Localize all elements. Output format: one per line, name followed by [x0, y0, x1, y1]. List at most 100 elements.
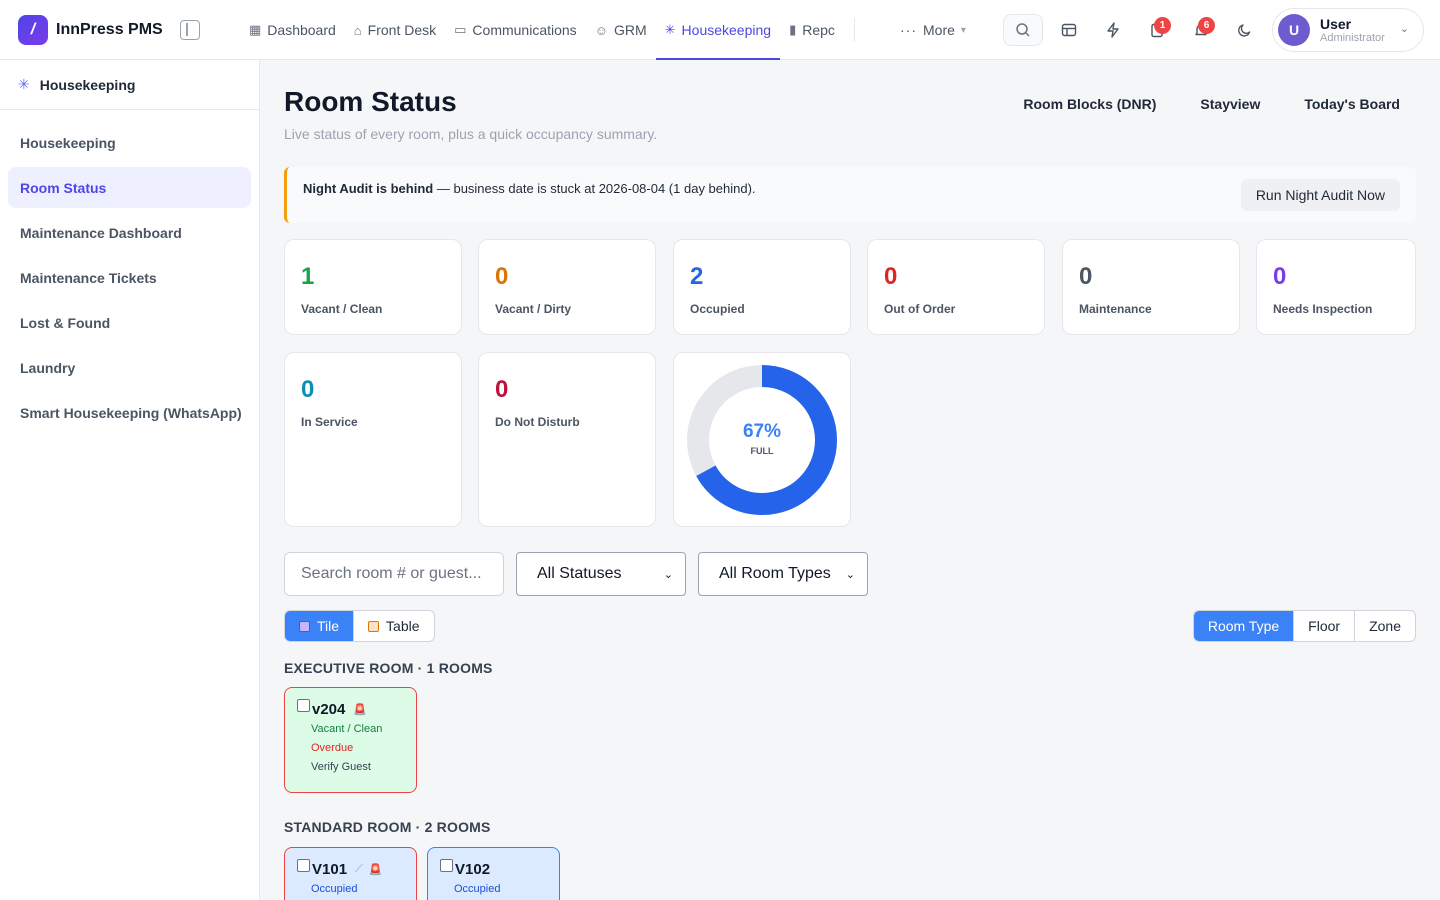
search-button[interactable] — [1003, 14, 1043, 46]
room-checkbox[interactable] — [297, 698, 310, 712]
stat-value: 0 — [1273, 263, 1287, 290]
chevron-down-icon: ⌄ — [845, 568, 855, 581]
stat-label: Maintenance — [1079, 302, 1152, 316]
users-icon: ☺ — [594, 22, 608, 38]
group-zone-button[interactable]: Zone — [1354, 611, 1415, 641]
stat-label: Do Not Disturb — [495, 415, 580, 429]
room-tile-v102[interactable]: V102 Occupied — [427, 847, 560, 900]
occupancy-donut-card: 67% FULL — [673, 352, 851, 527]
sidebar-item-maintenance-dashboard[interactable]: Maintenance Dashboard — [8, 212, 251, 253]
sidebar-title: Housekeeping — [39, 76, 136, 93]
room-checkbox[interactable] — [440, 858, 453, 872]
alarm-icon: 🚨 — [368, 863, 383, 876]
stat-card-maintenance[interactable]: 0 Maintenance — [1062, 239, 1240, 335]
view-toggle: Tile Table — [284, 610, 435, 642]
stat-card-needs-inspection[interactable]: 0 Needs Inspection — [1256, 239, 1416, 335]
nav-reports[interactable]: ▮ Repc — [780, 0, 844, 60]
room-number: v204 — [312, 700, 346, 718]
todays-board-link[interactable]: Today's Board — [1304, 94, 1400, 114]
nav-divider — [853, 18, 855, 42]
main-nav: ▦ Dashboard ⌂ Front Desk ▭ Communications ☺… — [240, 0, 890, 60]
page-links: Room Blocks (DNR) Stayview Today's Board — [1001, 94, 1416, 114]
group-title: EXECUTIVE ROOM · 1 ROOMS — [284, 660, 493, 676]
quick-actions-button[interactable] — [1097, 14, 1129, 46]
stat-card-out-of-order[interactable]: 0 Out of Order — [867, 239, 1045, 335]
table-label: Table — [386, 618, 420, 634]
tile-view-button[interactable]: Tile — [285, 611, 354, 641]
stat-card-occupied[interactable]: 2 Occupied — [673, 239, 851, 335]
stat-value: 0 — [495, 376, 509, 403]
nav-communications[interactable]: ▭ Communications — [445, 0, 586, 60]
brand[interactable]: / InnPress PMS — [0, 0, 240, 60]
sidebar-toggle-icon[interactable] — [180, 20, 200, 40]
sparkle-icon: ✳ — [664, 22, 676, 37]
stat-label: Needs Inspection — [1273, 302, 1373, 316]
bar-chart-icon: ▮ — [789, 22, 797, 37]
table-view-button[interactable] — [1053, 14, 1085, 46]
group-title: STANDARD ROOM · 2 ROOMS — [284, 819, 491, 835]
stat-card-vacant-dirty[interactable]: 0 Vacant / Dirty — [478, 239, 656, 335]
occupancy-label: FULL — [750, 446, 774, 456]
sidebar-item-room-status[interactable]: Room Status — [8, 167, 251, 208]
night-audit-alert: Night Audit is behind — business date is… — [284, 167, 1416, 223]
app-name: InnPress PMS — [56, 20, 163, 38]
stat-card-do-not-disturb[interactable]: 0 Do Not Disturb — [478, 352, 656, 527]
alert-bold: Night Audit is behind — [303, 181, 434, 196]
sidebar-item-maintenance-tickets[interactable]: Maintenance Tickets — [8, 257, 251, 298]
tile-label: Tile — [317, 618, 340, 634]
room-blocks-link[interactable]: Room Blocks (DNR) — [1023, 94, 1156, 114]
stat-value: 0 — [884, 263, 898, 290]
room-status: Vacant / Clean — [311, 723, 383, 735]
search-input[interactable]: Search room # or guest... — [284, 552, 504, 596]
sidebar-item-lost-found[interactable]: Lost & Found — [8, 302, 251, 343]
nav-grm[interactable]: ☺ GRM — [586, 0, 656, 60]
nav-dashboard[interactable]: ▦ Dashboard — [240, 0, 345, 60]
room-tile-v101[interactable]: V101 ⟋ 🚨 Occupied — [284, 847, 417, 900]
stat-value: 0 — [301, 376, 315, 403]
room-type-select[interactable]: All Room Types ⌄ — [698, 552, 868, 596]
stat-label: In Service — [301, 415, 358, 429]
lightning-icon — [1107, 22, 1119, 38]
tasks-button[interactable]: 1 — [1141, 14, 1173, 46]
stat-value: 0 — [495, 263, 509, 290]
room-tile-header: V102 — [440, 858, 547, 880]
room-checkbox[interactable] — [297, 858, 310, 872]
sidebar-item-laundry[interactable]: Laundry — [8, 347, 251, 388]
user-menu[interactable]: U User Administrator ⌄ — [1272, 8, 1424, 52]
stat-label: Vacant / Dirty — [495, 302, 572, 316]
stayview-link[interactable]: Stayview — [1200, 94, 1260, 114]
room-status: Occupied — [311, 883, 358, 895]
stat-value: 0 — [1079, 263, 1093, 290]
nav-housekeeping[interactable]: ✳ Housekeeping — [655, 0, 781, 60]
nav-label: Housekeeping — [681, 22, 772, 38]
nav-more[interactable]: ··· More ▾ — [900, 0, 966, 60]
stat-card-in-service[interactable]: 0 In Service — [284, 352, 462, 527]
notifications-button[interactable]: 6 — [1185, 14, 1217, 46]
room-tile-header: v204 🚨 — [297, 698, 404, 720]
room-number: V102 — [455, 860, 491, 878]
nav-label: Dashboard — [267, 22, 336, 38]
room-number: V101 — [312, 860, 348, 878]
sidebar-item-housekeeping[interactable]: Housekeeping — [8, 122, 251, 163]
moon-icon — [1238, 24, 1251, 37]
nav-front-desk[interactable]: ⌂ Front Desk — [345, 0, 445, 60]
alert-text: Night Audit is behind — business date is… — [303, 181, 756, 196]
user-role: Administrator — [1320, 31, 1385, 44]
clipboard-icon — [368, 620, 380, 632]
nav-label: GRM — [613, 22, 647, 38]
sidebar-item-smart-housekeeping[interactable]: Smart Housekeeping (WhatsApp) — [8, 392, 251, 433]
stat-card-vacant-clean[interactable]: 1 Vacant / Clean — [284, 239, 462, 335]
group-floor-button[interactable]: Floor — [1293, 611, 1354, 641]
status-select-value: All Statuses — [537, 565, 622, 582]
grid-icon: ▦ — [249, 22, 262, 37]
group-room-type-button[interactable]: Room Type — [1193, 611, 1294, 641]
table-view-toggle-button[interactable]: Table — [353, 611, 433, 641]
sidebar-header: ✳ Housekeeping — [0, 60, 259, 110]
notifications-badge: 6 — [1198, 17, 1215, 34]
run-night-audit-button[interactable]: Run Night Audit Now — [1240, 179, 1400, 211]
page-title: Room Status — [284, 86, 457, 117]
tile-icon — [299, 620, 310, 632]
theme-toggle-button[interactable] — [1229, 14, 1261, 46]
room-tile-v204[interactable]: v204 🚨 Vacant / Clean Overdue Verify Gue… — [284, 687, 417, 793]
status-select[interactable]: All Statuses ⌄ — [516, 552, 686, 596]
